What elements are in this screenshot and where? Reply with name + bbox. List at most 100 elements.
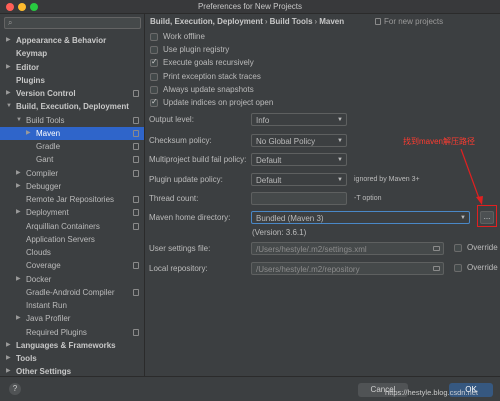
checkbox-box[interactable]	[150, 33, 158, 41]
collapsed-arrow-icon[interactable]: ▶	[16, 273, 21, 286]
sidebar-item-label: Plugins	[16, 75, 45, 85]
collapsed-arrow-icon[interactable]: ▶	[6, 61, 11, 74]
folder-icon[interactable]	[433, 266, 440, 271]
sidebar-item[interactable]: Gant	[0, 153, 144, 166]
output-level-select[interactable]: Info ▼	[251, 113, 347, 126]
collapsed-arrow-icon[interactable]: ▶	[6, 34, 11, 47]
sidebar-item-label: Maven	[36, 128, 61, 138]
project-scope-icon	[133, 196, 139, 203]
collapsed-arrow-icon[interactable]: ▶	[16, 206, 21, 219]
collapsed-arrow-icon[interactable]: ▶	[6, 352, 11, 365]
override-label: Override	[467, 243, 498, 252]
sidebar-item[interactable]: Instant Run	[0, 299, 144, 312]
collapsed-arrow-icon[interactable]: ▶	[26, 127, 31, 140]
sidebar-item[interactable]: ▶ Editor	[0, 61, 144, 74]
sidebar-item[interactable]: Application Servers	[0, 233, 144, 246]
checksum-policy-value: No Global Policy	[256, 137, 316, 146]
sidebar-item-label: Appearance & Behavior	[16, 36, 107, 45]
plugin-update-select[interactable]: Default ▼	[251, 173, 347, 186]
breadcrumb-separator: ›	[314, 17, 318, 26]
local-repo-input[interactable]: /Users/hestyle/.m2/repository	[251, 262, 444, 275]
arrow-line	[460, 148, 481, 202]
sidebar-item[interactable]: Clouds	[0, 246, 144, 259]
sidebar-item-label: Docker	[26, 274, 52, 284]
checkbox-box[interactable]	[150, 85, 158, 94]
checkbox-label: Work offline	[163, 32, 205, 41]
sidebar-item[interactable]: ▼ Build, Execution, Deployment	[0, 100, 144, 113]
sidebar-item[interactable]: ▶ Compiler	[0, 167, 144, 180]
sidebar-item[interactable]: ▶ Tools	[0, 352, 144, 365]
sidebar-item[interactable]: Gradle	[0, 140, 144, 153]
sidebar-item[interactable]: Plugins	[0, 74, 144, 87]
checkbox-label: Execute goals recursively	[163, 58, 254, 68]
sidebar-item[interactable]: Arquillian Containers	[0, 220, 144, 233]
sidebar-item-label: Other Settings	[16, 367, 72, 376]
sidebar-item[interactable]: ▶ Debugger	[0, 180, 144, 193]
folder-icon[interactable]	[433, 246, 440, 251]
expanded-arrow-icon[interactable]: ▼	[6, 100, 12, 113]
sidebar-item[interactable]: ▶ Other Settings	[0, 365, 144, 376]
sidebar-item[interactable]: ▶ Languages & Frameworks	[0, 339, 144, 352]
breadcrumb-item: Build Tools	[269, 17, 313, 26]
help-button[interactable]: ?	[9, 383, 21, 395]
sidebar-item-label: Version Control	[16, 89, 76, 98]
checkbox-label: Print exception stack traces	[163, 71, 261, 81]
collapsed-arrow-icon[interactable]: ▶	[16, 167, 21, 180]
sidebar-item[interactable]: ▶ Appearance & Behavior	[0, 34, 144, 47]
multiproject-fail-select[interactable]: Default ▼	[251, 153, 347, 166]
project-scope-icon	[133, 262, 139, 270]
checkbox-box[interactable]: ✓	[150, 57, 158, 68]
sidebar-item[interactable]: ▶ Version Control	[0, 87, 144, 100]
sidebar-item[interactable]: ▶ Docker	[0, 273, 144, 286]
sidebar-item[interactable]: ▶ Deployment	[0, 206, 144, 219]
checkbox-box[interactable]	[454, 244, 462, 252]
for-new-projects-label: For new projects	[384, 17, 444, 26]
checkbox-box[interactable]	[150, 46, 158, 55]
sidebar-item[interactable]: ▶ Maven	[0, 126, 144, 140]
checksum-policy-select[interactable]: No Global Policy ▼	[251, 134, 347, 147]
collapsed-arrow-icon[interactable]: ▶	[6, 339, 11, 352]
collapsed-arrow-icon[interactable]: ▶	[16, 180, 21, 193]
thread-count-label: Thread count:	[149, 194, 199, 203]
checkbox-box[interactable]	[454, 264, 462, 272]
checksum-policy-label: Checksum policy:	[149, 136, 212, 145]
output-level-label: Output level:	[149, 115, 194, 124]
collapsed-arrow-icon[interactable]: ▶	[16, 312, 21, 325]
sidebar-item-label: Compiler	[26, 168, 59, 178]
sidebar-item[interactable]: Remote Jar Repositories	[0, 193, 144, 206]
sidebar-item[interactable]: ▼ Build Tools	[0, 114, 144, 127]
maven-home-select[interactable]: Bundled (Maven 3) ▼	[251, 211, 470, 224]
user-settings-value: /Users/hestyle/.m2/settings.xml	[256, 245, 367, 254]
checkmark-icon: ✓	[151, 97, 158, 106]
collapsed-arrow-icon[interactable]: ▶	[6, 87, 11, 100]
thread-count-input[interactable]	[251, 192, 347, 205]
sidebar-item[interactable]: Required Plugins	[0, 326, 144, 339]
sidebar-item[interactable]: Coverage	[0, 259, 144, 272]
sidebar-item-label: Languages & Frameworks	[16, 340, 116, 350]
settings-tree: ▶ Appearance & Behavior Keymap ▶ Editor Plugi…	[0, 34, 144, 376]
sidebar-item-label: Build, Execution, Deployment	[16, 102, 129, 112]
sidebar-item[interactable]: Keymap	[0, 47, 144, 60]
project-scope-icon	[133, 209, 139, 217]
project-icon	[375, 18, 381, 25]
expanded-arrow-icon[interactable]: ▼	[16, 114, 22, 127]
settings-search-input[interactable]: ⌕	[4, 17, 141, 29]
sidebar-item[interactable]: Gradle-Android Compiler	[0, 286, 144, 299]
sidebar-item-label: Tools	[16, 354, 37, 363]
multiproject-fail-label: Multiproject build fail policy:	[149, 155, 247, 164]
sidebar-item-label: Gradle-Android Compiler	[26, 287, 115, 297]
user-settings-input[interactable]: /Users/hestyle/.m2/settings.xml	[251, 242, 444, 255]
sidebar-item[interactable]: ▶ Java Profiler	[0, 312, 144, 325]
project-scope-icon	[133, 116, 139, 124]
maven-version-label: (Version: 3.6.1)	[252, 228, 307, 237]
checkbox-label: Use plugin registry	[163, 45, 230, 55]
checkbox-box[interactable]	[150, 72, 158, 81]
multiproject-fail-value: Default	[256, 156, 282, 165]
collapsed-arrow-icon[interactable]: ▶	[6, 365, 11, 376]
sidebar-item-label: Application Servers	[26, 234, 95, 244]
checkbox-box[interactable]: ✓	[150, 97, 158, 107]
watermark-text: https://hestyle.blog.csdn.net	[385, 388, 478, 397]
project-scope-icon	[133, 169, 139, 177]
local-repo-label: Local repository:	[149, 264, 208, 273]
project-scope-icon	[133, 328, 139, 336]
